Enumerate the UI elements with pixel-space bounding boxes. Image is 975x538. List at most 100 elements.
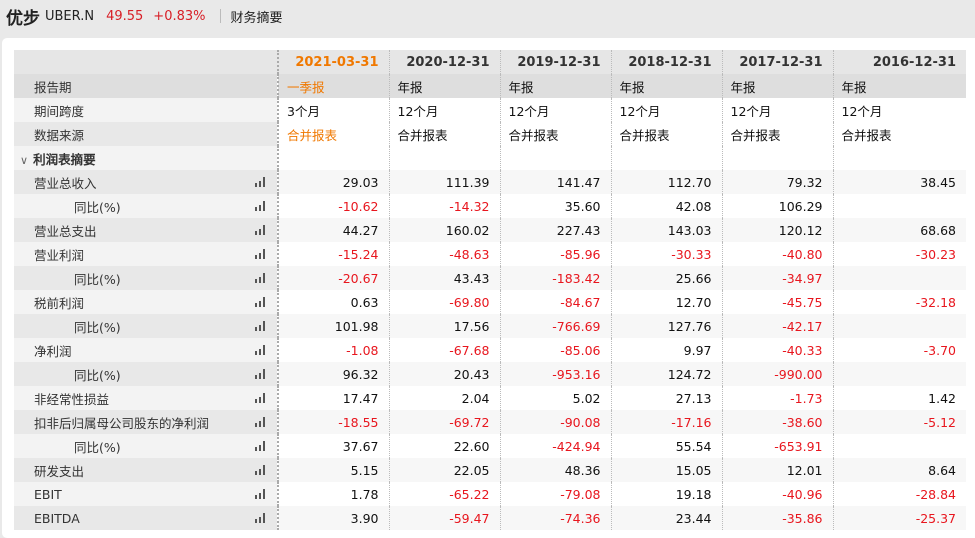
value-cell: -424.94 — [499, 434, 611, 458]
value-cell: 68.68 — [832, 218, 966, 242]
bar-chart-icon[interactable] — [255, 273, 267, 283]
row-label: 税前利润 — [14, 290, 278, 314]
info-cell: 合并报表 — [277, 122, 389, 146]
value-cell: 106.29 — [721, 194, 833, 218]
info-cell: 年报 — [721, 74, 833, 98]
value-cell: 8.64 — [832, 458, 966, 482]
bar-chart-icon[interactable] — [255, 441, 267, 451]
value-cell: -69.72 — [388, 410, 500, 434]
value-cell — [832, 362, 966, 386]
info-cell: 12个月 — [499, 98, 611, 122]
row-label: 营业利润 — [14, 242, 278, 266]
value-cell: -85.06 — [499, 338, 611, 362]
row-label: 同比(%) — [14, 194, 278, 218]
row-label: 期间跨度 — [14, 98, 278, 122]
row-label: 同比(%) — [14, 266, 278, 290]
value-cell: 48.36 — [499, 458, 611, 482]
financial-summary-table: 2021-03-31 2020-12-31 2019-12-31 2018-12-31… — [14, 50, 966, 530]
info-row: 期间跨度 3个月 12个月 12个月 12个月 12个月 12个月 — [14, 98, 966, 122]
bar-chart-icon[interactable] — [255, 513, 267, 523]
bar-chart-icon[interactable] — [255, 177, 267, 187]
value-cell: -65.22 — [388, 482, 500, 506]
info-cell: 年报 — [499, 74, 611, 98]
value-cell: 23.44 — [610, 506, 722, 530]
info-row: 数据来源 合并报表 合并报表 合并报表 合并报表 合并报表 合并报表 — [14, 122, 966, 146]
period-header[interactable]: 2019-12-31 — [499, 50, 611, 74]
value-cell: -40.33 — [721, 338, 833, 362]
value-cell: 3.90 — [277, 506, 389, 530]
info-cell: 年报 — [388, 74, 500, 98]
value-cell: 120.12 — [721, 218, 833, 242]
value-cell: -34.97 — [721, 266, 833, 290]
table-row: 同比(%) -10.62 -14.32 35.60 42.08 106.29 — [14, 194, 966, 218]
bar-chart-icon[interactable] — [255, 345, 267, 355]
row-label: 扣非后归属母公司股东的净利润 — [14, 410, 278, 434]
empty-cell — [499, 146, 611, 170]
value-cell — [832, 434, 966, 458]
info-cell: 一季报 — [277, 74, 389, 98]
value-cell: 15.05 — [610, 458, 722, 482]
value-cell: 101.98 — [277, 314, 389, 338]
info-cell: 3个月 — [277, 98, 389, 122]
period-header[interactable]: 2021-03-31 — [277, 50, 389, 74]
stock-code: UBER.N — [45, 8, 95, 24]
bar-chart-icon[interactable] — [255, 225, 267, 235]
empty-cell — [277, 146, 389, 170]
bar-chart-icon[interactable] — [255, 369, 267, 379]
value-cell: -45.75 — [721, 290, 833, 314]
value-cell: -90.08 — [499, 410, 611, 434]
bar-chart-icon[interactable] — [255, 321, 267, 331]
value-cell: 96.32 — [277, 362, 389, 386]
value-cell: 5.15 — [277, 458, 389, 482]
info-cell: 合并报表 — [388, 122, 500, 146]
row-label: 净利润 — [14, 338, 278, 362]
value-cell: -42.17 — [721, 314, 833, 338]
value-cell: -84.67 — [499, 290, 611, 314]
bar-chart-icon[interactable] — [255, 201, 267, 211]
section-toggle[interactable]: ∨ 利润表摘要 — [14, 146, 278, 170]
value-cell — [832, 194, 966, 218]
empty-cell — [721, 146, 833, 170]
bar-chart-icon[interactable] — [255, 393, 267, 403]
row-label: EBITDA — [14, 506, 278, 530]
value-cell: -38.60 — [721, 410, 833, 434]
section-row[interactable]: ∨ 利润表摘要 — [14, 146, 966, 170]
value-cell: 160.02 — [388, 218, 500, 242]
bar-chart-icon[interactable] — [255, 465, 267, 475]
chevron-down-icon: ∨ — [20, 153, 29, 167]
value-cell: -15.24 — [277, 242, 389, 266]
table-row: 研发支出 5.15 22.05 48.36 15.05 12.01 8.64 — [14, 458, 966, 482]
stock-price: 49.55 — [106, 8, 144, 24]
period-header[interactable]: 2020-12-31 — [388, 50, 500, 74]
table-row: 营业总支出 44.27 160.02 227.43 143.03 120.12 68.68 — [14, 218, 966, 242]
period-header[interactable]: 2018-12-31 — [610, 50, 722, 74]
value-cell: 29.03 — [277, 170, 389, 194]
bar-chart-icon[interactable] — [255, 489, 267, 499]
empty-cell — [610, 146, 722, 170]
value-cell — [832, 314, 966, 338]
period-header-row: 2021-03-31 2020-12-31 2019-12-31 2018-12-31… — [14, 50, 966, 74]
stock-change: +0.83% — [153, 8, 206, 24]
value-cell: 55.54 — [610, 434, 722, 458]
bar-chart-icon[interactable] — [255, 249, 267, 259]
row-label: 营业总收入 — [14, 170, 278, 194]
table-row: 净利润 -1.08 -67.68 -85.06 9.97 -40.33 -3.70 — [14, 338, 966, 362]
value-cell: -766.69 — [499, 314, 611, 338]
value-cell: 44.27 — [277, 218, 389, 242]
value-cell: 2.04 — [388, 386, 500, 410]
value-cell: -17.16 — [610, 410, 722, 434]
info-cell: 12个月 — [721, 98, 833, 122]
value-cell: 42.08 — [610, 194, 722, 218]
period-header[interactable]: 2017-12-31 — [721, 50, 833, 74]
value-cell: 143.03 — [610, 218, 722, 242]
value-cell: 124.72 — [610, 362, 722, 386]
period-header[interactable]: 2016-12-31 — [832, 50, 966, 74]
value-cell: -48.63 — [388, 242, 500, 266]
info-cell: 合并报表 — [721, 122, 833, 146]
bar-chart-icon[interactable] — [255, 417, 267, 427]
value-cell: -35.86 — [721, 506, 833, 530]
bar-chart-icon[interactable] — [255, 297, 267, 307]
table-row: 同比(%) 37.67 22.60 -424.94 55.54 -653.91 — [14, 434, 966, 458]
info-cell: 12个月 — [388, 98, 500, 122]
info-cell: 合并报表 — [499, 122, 611, 146]
